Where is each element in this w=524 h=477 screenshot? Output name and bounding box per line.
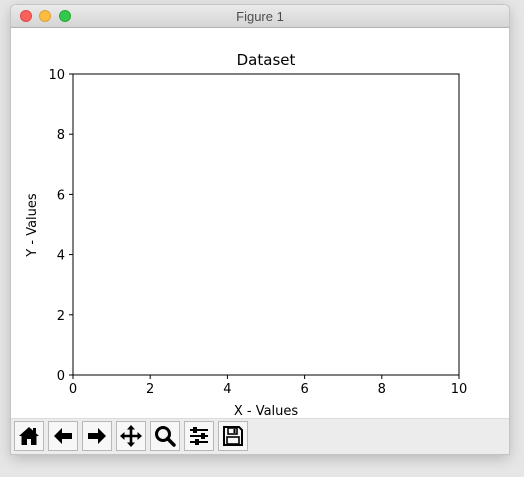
pan-button[interactable] xyxy=(116,421,146,451)
y-axis: 0 2 4 6 8 10 xyxy=(48,68,73,384)
plot-area xyxy=(72,73,460,376)
move-icon xyxy=(120,425,142,447)
save-button[interactable] xyxy=(218,421,248,451)
title-bar[interactable]: Figure 1 xyxy=(11,5,509,28)
x-axis-label: X - Values xyxy=(234,404,299,418)
figure-canvas[interactable]: Dataset 0 2 4 6 8 10 0 2 4 6 8 10 X - Values Y - V… xyxy=(11,28,509,418)
x-tick-label: 0 xyxy=(69,382,77,397)
sliders-icon xyxy=(190,427,208,445)
y-axis-label: Y - Values xyxy=(25,193,40,258)
chart-title: Dataset xyxy=(237,51,296,69)
x-tick-label: 2 xyxy=(146,382,154,397)
configure-subplots-button[interactable] xyxy=(184,421,214,451)
floppy-disk-icon xyxy=(223,426,243,446)
forward-button[interactable] xyxy=(82,421,112,451)
arrow-left-icon xyxy=(54,428,72,444)
home-icon xyxy=(19,427,39,445)
home-button[interactable] xyxy=(14,421,44,451)
x-tick-label: 4 xyxy=(223,382,231,397)
y-tick-label: 4 xyxy=(57,249,65,264)
window-title: Figure 1 xyxy=(236,9,284,24)
y-tick-label: 6 xyxy=(57,188,65,203)
x-tick-label: 6 xyxy=(300,382,308,397)
figure-window: Figure 1 Dataset 0 2 4 6 8 10 0 2 4 6 8 10 X - Val… xyxy=(11,5,509,454)
y-tick-label: 10 xyxy=(48,68,65,83)
y-tick-label: 8 xyxy=(57,128,65,143)
x-tick-label: 8 xyxy=(378,382,386,397)
arrow-right-icon xyxy=(88,428,106,444)
y-tick-label: 2 xyxy=(57,309,65,324)
x-axis: 0 2 4 6 8 10 xyxy=(69,375,467,397)
magnifier-icon xyxy=(155,426,176,447)
zoom-button[interactable] xyxy=(150,421,180,451)
plot-svg: Dataset 0 2 4 6 8 10 0 2 4 6 8 10 X - Values Y - V… xyxy=(25,51,467,418)
x-tick-label: 10 xyxy=(451,382,468,397)
navigation-toolbar xyxy=(11,418,509,454)
back-button[interactable] xyxy=(48,421,78,451)
y-tick-label: 0 xyxy=(57,369,65,384)
